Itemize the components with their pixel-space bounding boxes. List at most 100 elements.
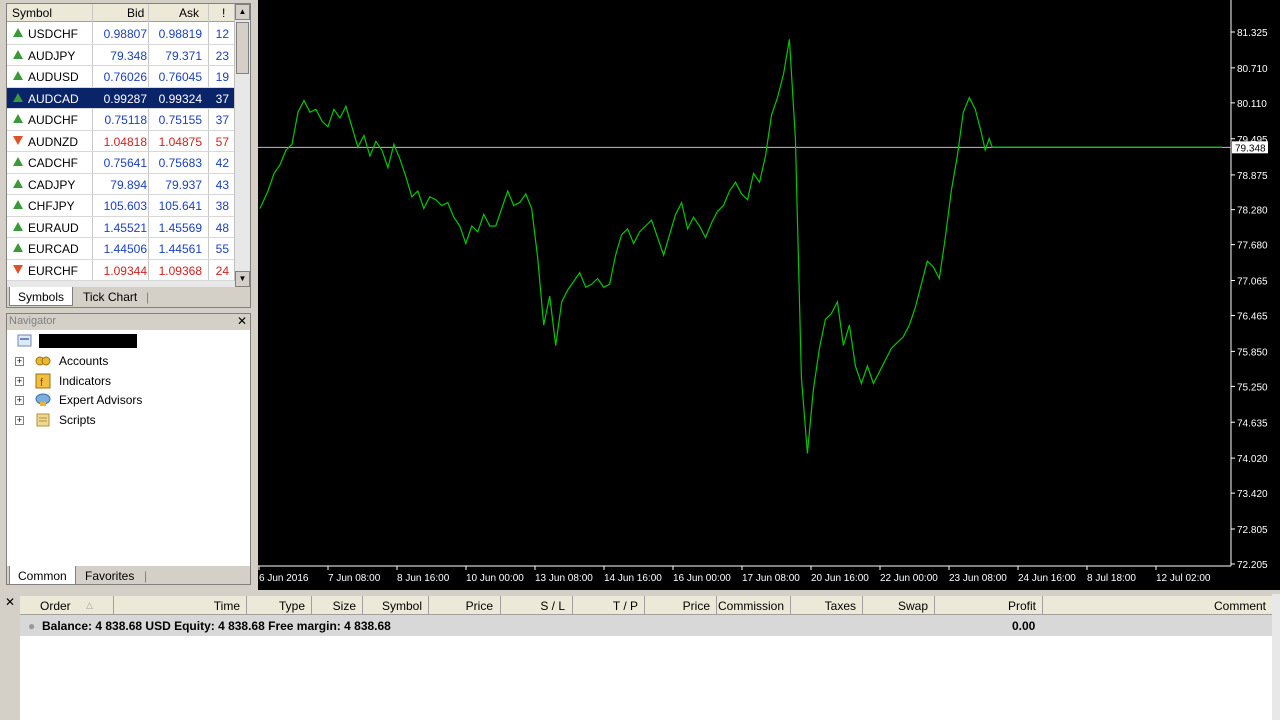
navigator-item-indicators[interactable]: + f Indicators xyxy=(15,373,215,391)
expert-advisors-icon xyxy=(35,393,51,406)
column-divider xyxy=(428,596,429,614)
column-order[interactable]: Order xyxy=(40,599,71,613)
x-tick-label: 10 Jun 00:00 xyxy=(466,573,524,584)
navigator-panel: Navigator ✕ + Accounts + f Indicators + Expert… xyxy=(6,313,251,585)
tab-symbols[interactable]: Symbols xyxy=(9,287,74,306)
column-spread[interactable]: ! xyxy=(222,6,225,20)
column-type[interactable]: Type xyxy=(279,599,305,613)
x-tick-label: 20 Jun 16:00 xyxy=(811,573,869,584)
chart-canvas[interactable]: 81.32580.71080.11079.49578.87578.28077.6… xyxy=(258,0,1280,590)
column-price[interactable]: Price xyxy=(683,599,710,613)
column-commission[interactable]: Commission xyxy=(718,599,784,613)
market-watch-tabs: Symbols Tick Chart | xyxy=(7,287,250,307)
expand-icon[interactable]: + xyxy=(15,376,24,386)
spread-cell: 48 xyxy=(215,220,229,235)
column-symbol[interactable]: Symbol xyxy=(382,599,422,613)
column-divider xyxy=(1042,596,1043,614)
column-profit[interactable]: Profit xyxy=(1008,599,1036,613)
x-tick-label: 12 Jul 02:00 xyxy=(1156,573,1211,584)
price-chart[interactable]: 81.325 80.710 80.110 79.495 78.875 78.280 77.6… xyxy=(258,0,1280,590)
navigator-item-accounts[interactable]: + Accounts xyxy=(15,353,215,371)
market-watch-row[interactable]: AUDJPY 79.348 79.371 23 xyxy=(7,45,235,66)
scroll-up-button[interactable]: ▲ xyxy=(235,4,250,20)
navigator-item-scripts[interactable]: + Scripts xyxy=(15,412,215,430)
scroll-down-button[interactable]: ▼ xyxy=(235,271,250,287)
scroll-thumb[interactable] xyxy=(236,22,249,74)
tab-tick-chart[interactable]: Tick Chart xyxy=(75,287,145,306)
x-tick-label: 8 Jul 18:00 xyxy=(1087,573,1136,584)
navigator-item-expert-advisors[interactable]: + Expert Advisors xyxy=(15,392,215,410)
column-divider xyxy=(362,596,363,614)
expand-icon[interactable]: + xyxy=(15,357,24,366)
bid-cell: 1.45521 xyxy=(103,220,147,235)
column-t-p[interactable]: T / P xyxy=(613,599,638,613)
y-tick-label: 72.205 xyxy=(1237,560,1268,571)
market-watch-row[interactable]: USDCHF 0.98807 0.98819 12 xyxy=(7,23,235,45)
close-icon[interactable]: ✕ xyxy=(237,314,247,328)
symbol-cell: CADJPY xyxy=(28,177,76,192)
bid-cell: 1.09344 xyxy=(103,263,147,278)
column-bid[interactable]: Bid xyxy=(127,6,144,20)
navigator-item-label: Indicators xyxy=(59,373,112,388)
arrow-up-icon xyxy=(13,243,23,252)
spread-cell: 24 xyxy=(215,263,229,278)
y-tick-label: 75.850 xyxy=(1237,347,1268,358)
market-watch-row[interactable]: AUDCAD 0.99287 0.99324 37 xyxy=(7,87,235,109)
market-watch-row[interactable]: CADCHF 0.75641 0.75683 42 xyxy=(7,152,235,174)
spread-cell: 42 xyxy=(215,156,229,170)
ask-cell: 105.641 xyxy=(158,199,202,213)
expand-icon[interactable]: + xyxy=(15,415,24,425)
market-watch-row[interactable]: AUDNZD 1.04818 1.04875 57 xyxy=(7,131,235,152)
x-tick-label: 6 Jun 2016 xyxy=(259,573,309,584)
x-tick-label: 13 Jun 08:00 xyxy=(535,573,593,584)
tab-favorites[interactable]: Favorites xyxy=(77,566,142,585)
ask-cell: 0.75155 xyxy=(158,113,202,127)
ask-cell: 1.44561 xyxy=(158,242,202,256)
navigator-item-label: Scripts xyxy=(59,412,96,427)
market-watch-row[interactable]: CHFJPY 105.603 105.641 38 xyxy=(7,195,235,217)
column-price[interactable]: Price xyxy=(466,599,493,613)
y-tick-label: 72.805 xyxy=(1237,525,1268,536)
market-watch-row[interactable]: EURCHF 1.09344 1.09368 24 xyxy=(7,260,235,281)
tree-root[interactable] xyxy=(15,333,245,351)
x-tick-label: 16 Jun 00:00 xyxy=(673,573,731,584)
accounts-icon xyxy=(35,356,51,366)
bid-cell: 1.44506 xyxy=(103,242,147,256)
terminal-scrollbar[interactable] xyxy=(1272,594,1280,720)
column-comment[interactable]: Comment xyxy=(1214,599,1266,613)
column-divider xyxy=(934,596,935,614)
column-divider xyxy=(716,596,717,614)
close-icon[interactable]: ✕ xyxy=(5,595,15,609)
column-divider xyxy=(644,596,645,614)
tab-common[interactable]: Common xyxy=(9,566,76,585)
spread-cell: 19 xyxy=(215,70,229,84)
y-tick-label: 78.280 xyxy=(1237,206,1268,217)
column-taxes[interactable]: Taxes xyxy=(825,599,856,613)
sort-ascending-icon: △ xyxy=(86,600,93,610)
terminal-header: Order Time Type Size Symbol Price S / L T / P Pr… xyxy=(20,596,1272,615)
expand-icon[interactable]: + xyxy=(15,396,24,405)
market-watch-scrollbar[interactable]: ▲ ▼ xyxy=(234,4,250,287)
y-tick-label: 73.420 xyxy=(1237,489,1268,500)
column-symbol[interactable]: Symbol xyxy=(12,6,52,20)
balance-row[interactable]: ● Balance: 4 838.68 USD Equity: 4 838.68… xyxy=(20,615,1272,636)
indicators-icon: f xyxy=(35,373,51,389)
symbol-cell: USDCHF xyxy=(28,27,78,41)
market-watch-row[interactable]: EURAUD 1.45521 1.45569 48 xyxy=(7,217,235,238)
y-tick-label: 74.020 xyxy=(1237,454,1268,465)
column-time[interactable]: Time xyxy=(214,599,240,613)
column-s-l[interactable]: S / L xyxy=(540,599,565,613)
column-divider xyxy=(572,596,573,614)
ask-cell: 79.371 xyxy=(165,48,202,63)
symbol-cell: AUDUSD xyxy=(28,70,79,84)
column-size[interactable]: Size xyxy=(333,599,356,613)
market-watch-row[interactable]: CADJPY 79.894 79.937 43 xyxy=(7,174,235,195)
market-watch-row[interactable]: AUDCHF 0.75118 0.75155 37 xyxy=(7,109,235,131)
market-watch-row[interactable]: EURCAD 1.44506 1.44561 55 xyxy=(7,238,235,260)
x-tick-label: 22 Jun 00:00 xyxy=(880,573,938,584)
arrow-up-icon xyxy=(13,114,23,123)
arrow-up-icon xyxy=(13,28,23,37)
column-ask[interactable]: Ask xyxy=(179,6,199,20)
market-watch-row[interactable]: AUDUSD 0.76026 0.76045 19 xyxy=(7,66,235,88)
column-swap[interactable]: Swap xyxy=(898,599,928,613)
